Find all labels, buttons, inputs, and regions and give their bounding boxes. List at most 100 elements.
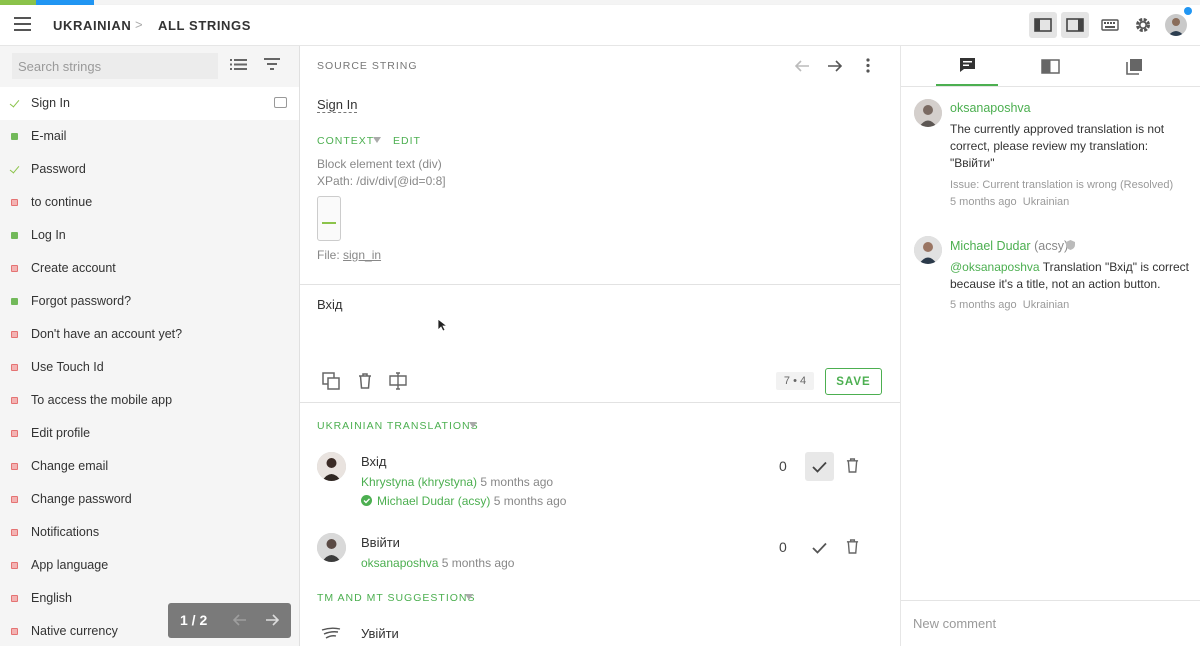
string-item-label: Change email (31, 459, 109, 473)
translation-editor[interactable]: Вхід (317, 297, 343, 312)
context-line-xpath: XPath: /div/div[@id=0:8] (317, 174, 446, 188)
avatar (914, 236, 942, 264)
comment-author[interactable]: oksanaposhva (950, 101, 1031, 115)
translation-text: Вхід (361, 454, 387, 469)
delete-translation-icon[interactable] (846, 539, 859, 554)
string-item[interactable]: E-mail (0, 120, 299, 153)
prev-string-icon[interactable] (795, 60, 810, 72)
string-item-label: to continue (31, 195, 93, 209)
trash-icon[interactable] (358, 373, 372, 389)
arrow-left-icon[interactable] (233, 614, 247, 626)
search-strings-input[interactable] (12, 53, 218, 79)
source-string-text: Sign In (317, 97, 358, 113)
comment-meta: 5 months ago Ukrainian (950, 196, 1070, 208)
file-link[interactable]: sign_in (343, 248, 381, 262)
string-item-label: App language (31, 558, 109, 572)
menu-icon[interactable] (14, 17, 31, 31)
screenshot-thumbnail[interactable] (317, 196, 341, 241)
more-vertical-icon[interactable] (866, 58, 870, 73)
comments-panel: oksanaposhva The currently approved tran… (901, 46, 1200, 646)
character-counter: 7 • 4 (776, 372, 814, 390)
delete-translation-icon[interactable] (846, 458, 859, 473)
filter-icon[interactable] (264, 58, 280, 70)
string-item-label: Change password (31, 492, 132, 506)
string-item-label: To access the mobile app (31, 393, 173, 407)
string-item[interactable]: Notifications (0, 516, 299, 549)
arrow-right-icon[interactable] (265, 614, 279, 626)
context-toggle[interactable]: CONTEXT (317, 135, 374, 147)
translations-section-label[interactable]: UKRAINIAN TRANSLATIONS (317, 420, 479, 432)
comment-author[interactable]: Michael Dudar (acsy) (950, 239, 1068, 253)
string-item[interactable]: Don't have an account yet? (0, 318, 299, 351)
translation-author: Khrystyna (khrystyna) 5 months ago (361, 475, 554, 489)
string-item-label: Create account (31, 261, 116, 275)
tab-comments[interactable] (936, 46, 998, 86)
gear-icon (1136, 18, 1150, 32)
user-avatar[interactable] (1165, 14, 1187, 36)
divider (300, 284, 900, 285)
approved-check-icon (11, 166, 19, 174)
string-item-label: Use Touch Id (31, 360, 104, 374)
tab-glossary[interactable] (1019, 46, 1081, 86)
vote-count: 0 (779, 458, 787, 474)
string-item[interactable]: Use Touch Id (0, 351, 299, 384)
approve-button[interactable] (805, 452, 834, 481)
tab-history[interactable] (1103, 46, 1165, 86)
breadcrumb-view[interactable]: ALL STRINGS (158, 18, 251, 33)
tab-divider (901, 86, 1200, 87)
string-item[interactable]: Change password (0, 483, 299, 516)
avatar (317, 533, 346, 562)
comment-meta: 5 months ago Ukrainian (950, 299, 1070, 311)
left-panel-icon (1034, 18, 1052, 32)
list-view-icon[interactable] (230, 58, 247, 71)
suggestion-text[interactable]: Увійти (361, 626, 399, 641)
comments-icon (959, 58, 975, 72)
settings-button[interactable] (1129, 12, 1157, 38)
breadcrumb-language[interactable]: UKRAINIAN (53, 18, 131, 33)
string-item[interactable]: Log In (0, 219, 299, 252)
vote-count: 0 (779, 539, 787, 555)
string-item-label: Native currency (31, 624, 118, 638)
string-item-label: English (31, 591, 72, 605)
save-button[interactable]: SAVE (825, 368, 882, 395)
string-item-label: Forgot password? (31, 294, 132, 308)
context-edit-link[interactable]: EDIT (393, 135, 421, 147)
string-item[interactable]: to continue (0, 186, 299, 219)
new-comment-input[interactable] (901, 600, 1200, 646)
string-item-label: Sign In (31, 96, 70, 110)
string-item[interactable]: Forgot password? (0, 285, 299, 318)
string-item-label: E-mail (31, 129, 67, 143)
next-string-icon[interactable] (827, 60, 842, 72)
notification-dot (1184, 7, 1192, 15)
keyboard-button[interactable] (1096, 12, 1124, 38)
translation-approver: Michael Dudar (acsy) 5 months ago (377, 494, 567, 508)
string-item-label: Don't have an account yet? (31, 327, 183, 341)
shield-icon (1066, 240, 1075, 250)
avatar (317, 452, 346, 481)
copy-source-icon[interactable] (322, 372, 340, 390)
strings-sidebar: Sign In E-mail Password to continue Log … (0, 46, 300, 646)
string-item[interactable]: Edit profile (0, 417, 299, 450)
pager-text: 1 / 2 (180, 612, 208, 628)
approved-badge-icon (361, 495, 372, 506)
string-item[interactable]: Password (0, 153, 299, 186)
left-panel-toggle-button[interactable] (1029, 12, 1057, 38)
cursor-pointer-icon (437, 318, 447, 332)
pager: 1 / 2 (168, 603, 291, 638)
approve-button[interactable] (805, 533, 834, 562)
string-item[interactable]: To access the mobile app (0, 384, 299, 417)
string-item[interactable]: Create account (0, 252, 299, 285)
avatar (914, 99, 942, 127)
breadcrumb-separator: > (135, 17, 143, 32)
right-panel-icon (1066, 18, 1084, 32)
string-item[interactable]: Change email (0, 450, 299, 483)
translated-status-icon (11, 133, 18, 140)
string-item[interactable]: App language (0, 549, 299, 582)
suggestions-section-label[interactable]: TM AND MT SUGGESTIONS (317, 592, 475, 604)
string-item[interactable]: Sign In (0, 87, 299, 120)
file-info: File: sign_in (317, 248, 382, 262)
text-field-icon[interactable] (388, 372, 408, 390)
right-panel-toggle-button[interactable] (1061, 12, 1089, 38)
check-icon (812, 542, 827, 554)
string-item-label: Edit profile (31, 426, 91, 440)
